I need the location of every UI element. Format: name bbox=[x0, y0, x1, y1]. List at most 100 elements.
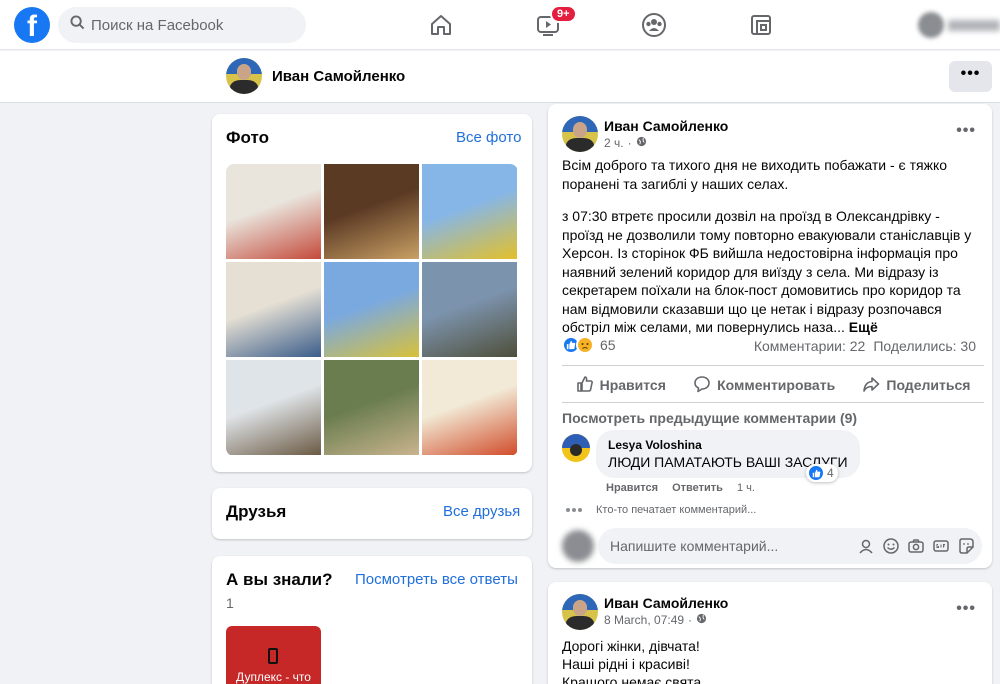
photo-thumbnail[interactable] bbox=[422, 164, 517, 259]
post-paragraph: з 07:30 втретє просили дозвіл на проїзд … bbox=[562, 207, 972, 337]
camera-icon[interactable] bbox=[907, 537, 924, 554]
post-time-text: 2 ч. bbox=[604, 136, 624, 150]
post-actions: Нравится Комментировать Поделиться bbox=[562, 368, 984, 402]
sad-reaction-icon bbox=[576, 336, 594, 354]
comment-author[interactable]: Lesya Voloshina bbox=[608, 438, 848, 452]
like-button[interactable]: Нравится bbox=[576, 375, 666, 396]
top-navigation-bar: f 9+ bbox=[0, 0, 1000, 50]
post-line: Кращого немає свята bbox=[562, 674, 702, 684]
typing-dots-icon bbox=[566, 508, 582, 512]
avatar-sticker-icon[interactable] bbox=[857, 537, 874, 554]
comments-count[interactable]: Комментарии: 22 bbox=[754, 338, 866, 354]
search-input[interactable] bbox=[91, 16, 291, 34]
see-more-link[interactable]: Ещё bbox=[849, 319, 878, 335]
dot-separator: · bbox=[688, 613, 693, 627]
comment-input[interactable] bbox=[610, 538, 850, 554]
facebook-logo[interactable]: f bbox=[14, 7, 50, 43]
photos-title: Фото bbox=[226, 128, 269, 147]
shares-count[interactable]: Поделились: 30 bbox=[873, 338, 976, 354]
post-timestamp[interactable]: 2 ч. · bbox=[604, 136, 647, 150]
friends-title: Друзья bbox=[226, 502, 287, 521]
share-label: Поделиться bbox=[886, 377, 971, 393]
gif-icon[interactable] bbox=[932, 537, 949, 554]
watch-icon[interactable]: 9+ bbox=[530, 5, 577, 42]
comment-label: Комментировать bbox=[717, 377, 836, 393]
post-timestamp[interactable]: 8 March, 07:49 · bbox=[604, 613, 707, 627]
post-more-button[interactable]: ••• bbox=[956, 122, 976, 140]
comment-like-count: 4 bbox=[827, 466, 834, 480]
like-reaction-icon bbox=[808, 465, 824, 481]
divider bbox=[562, 365, 984, 366]
post-line: Дорогі жінки, дівчата! bbox=[562, 638, 700, 654]
comment-reactions[interactable]: 4 bbox=[806, 464, 838, 482]
post-stats: Комментарии: 22 Поделились: 30 bbox=[754, 338, 976, 354]
comment-tools bbox=[857, 537, 974, 554]
emoji-icon[interactable] bbox=[882, 537, 899, 554]
post-author-name[interactable]: Иван Самойленко bbox=[604, 118, 728, 134]
dot-separator: · bbox=[627, 136, 632, 150]
photo-thumbnail[interactable] bbox=[324, 360, 419, 455]
photos-card: Фото Все фото bbox=[212, 114, 532, 472]
post-body: Всім доброго та тихого дня не виходить п… bbox=[562, 156, 972, 351]
thumbs-up-icon bbox=[576, 375, 594, 396]
photo-thumbnail[interactable] bbox=[324, 164, 419, 259]
post-body: Дорогі жінки, дівчата! Наші рідні і крас… bbox=[562, 637, 972, 684]
post-card: Иван Самойленко 2 ч. · ••• Всім доброго … bbox=[548, 104, 992, 568]
comment-time[interactable]: 1 ч. bbox=[737, 482, 755, 494]
share-button[interactable]: Поделиться bbox=[862, 375, 970, 396]
comment-like-button[interactable]: Нравится bbox=[606, 482, 658, 494]
comment-actions: Нравится Ответить 1 ч. bbox=[606, 482, 755, 494]
post-paragraph-text: з 07:30 втретє просили дозвіл на проїзд … bbox=[562, 208, 972, 335]
photo-grid bbox=[226, 164, 518, 456]
profile-more-button[interactable]: ••• bbox=[949, 61, 992, 92]
did-you-know-card: А вы знали? Посмотреть все ответы 1 Дупл… bbox=[212, 556, 532, 684]
like-label: Нравится bbox=[599, 377, 666, 393]
post-paragraph: Всім доброго та тихого дня не виходить п… bbox=[562, 157, 948, 192]
comment-reply-button[interactable]: Ответить bbox=[672, 482, 723, 494]
photo-thumbnail[interactable] bbox=[324, 262, 419, 357]
reactions-summary[interactable]: 65 bbox=[562, 336, 616, 354]
home-icon[interactable] bbox=[423, 8, 459, 42]
gaming-icon[interactable] bbox=[743, 8, 779, 42]
profile-name[interactable]: Иван Самойленко bbox=[272, 68, 405, 85]
see-all-answers-link[interactable]: Посмотреть все ответы bbox=[355, 571, 518, 588]
view-previous-comments-link[interactable]: Посмотреть предыдущие комментарии (9) bbox=[562, 410, 857, 426]
typing-text: Кто-то печатает комментарий... bbox=[596, 504, 757, 516]
search-icon bbox=[70, 15, 85, 35]
reactions-count: 65 bbox=[600, 337, 616, 353]
comment-icon bbox=[693, 375, 711, 396]
photo-thumbnail[interactable] bbox=[422, 262, 517, 357]
sticker-icon[interactable] bbox=[957, 537, 974, 554]
groups-icon[interactable] bbox=[636, 8, 672, 42]
post-author-name[interactable]: Иван Самойленко bbox=[604, 595, 728, 611]
globe-icon bbox=[636, 136, 647, 150]
photo-thumbnail[interactable] bbox=[226, 360, 321, 455]
divider bbox=[562, 402, 984, 403]
answer-tile-label: Дуплекс - что bbox=[236, 670, 311, 684]
photo-thumbnail[interactable] bbox=[226, 262, 321, 357]
commenter-avatar[interactable] bbox=[562, 434, 590, 462]
answers-count: 1 bbox=[226, 595, 234, 611]
notification-badge: 9+ bbox=[550, 5, 577, 23]
photo-thumbnail[interactable] bbox=[226, 164, 321, 259]
account-avatar[interactable] bbox=[918, 12, 1000, 38]
friends-card: Друзья Все друзья bbox=[212, 488, 532, 539]
typing-indicator: Кто-то печатает комментарий... bbox=[566, 504, 756, 516]
post-time-text: 8 March, 07:49 bbox=[604, 613, 685, 627]
write-comment-box[interactable] bbox=[598, 528, 982, 564]
comment-button[interactable]: Комментировать bbox=[693, 375, 835, 396]
post-author-avatar[interactable] bbox=[562, 116, 598, 152]
photo-thumbnail[interactable] bbox=[422, 360, 517, 455]
post-author-avatar[interactable] bbox=[562, 594, 598, 630]
all-photos-link[interactable]: Все фото bbox=[456, 129, 521, 146]
search-box[interactable] bbox=[58, 7, 306, 43]
post-card: Иван Самойленко 8 March, 07:49 · ••• Дор… bbox=[548, 582, 992, 684]
all-friends-link[interactable]: Все друзья bbox=[443, 503, 520, 520]
post-more-button[interactable]: ••• bbox=[956, 600, 976, 618]
profile-avatar[interactable] bbox=[226, 58, 262, 94]
answer-tile[interactable]: Дуплекс - что bbox=[226, 626, 321, 684]
phone-icon bbox=[268, 648, 278, 664]
post-line: Наші рідні і красиві! bbox=[562, 656, 690, 672]
my-avatar bbox=[562, 530, 594, 562]
did-you-know-title: А вы знали? bbox=[226, 570, 333, 589]
